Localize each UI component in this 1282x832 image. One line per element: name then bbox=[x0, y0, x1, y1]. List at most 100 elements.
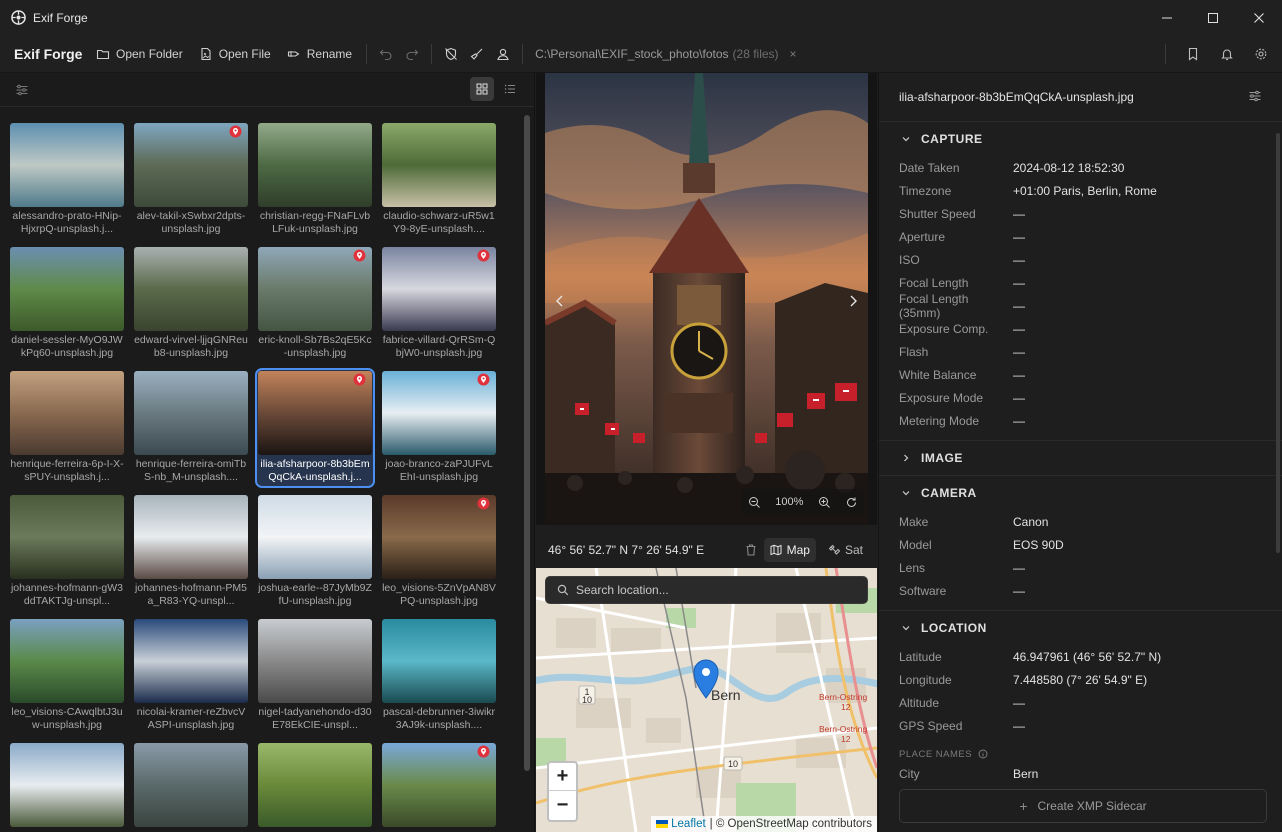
location-map[interactable]: 1 10 10 Bern-Ostring Bern-Ostring 12 12 … bbox=[536, 568, 877, 832]
thumbnail-item[interactable]: pascal-debrunner-3iwikr3AJ9k-unsplash...… bbox=[380, 617, 498, 735]
strip-metadata-button[interactable] bbox=[438, 41, 464, 67]
metadata-value[interactable]: — bbox=[1013, 345, 1025, 359]
metadata-value[interactable]: — bbox=[1013, 391, 1025, 405]
thumbnail-item[interactable]: fabrice-villard-QrRSm-QbjW0-unsplash.jpg bbox=[380, 245, 498, 363]
route-label: 10 bbox=[728, 759, 738, 769]
open-file-button[interactable]: Open File bbox=[191, 41, 279, 67]
metadata-value[interactable]: — bbox=[1013, 368, 1025, 382]
thumbnail-caption: pascal-debrunner-3iwikr3AJ9k-unsplash...… bbox=[382, 706, 496, 731]
thumbnail-item[interactable]: christian-regg-FNaFLvbLFuk-unsplash.jpg bbox=[256, 121, 374, 239]
thumbnail-item[interactable]: edward-virvel-ljjqGNReub8-unsplash.jpg bbox=[132, 245, 250, 363]
info-icon[interactable] bbox=[978, 749, 988, 759]
map-zoom-out-button[interactable]: − bbox=[549, 791, 576, 819]
camera-section-header[interactable]: CAMERA bbox=[879, 476, 1282, 510]
map-mode-button[interactable]: Map bbox=[763, 538, 816, 562]
metadata-value[interactable]: — bbox=[1013, 322, 1025, 336]
thumbnail-item[interactable] bbox=[8, 741, 126, 832]
thumbnail-item[interactable]: eric-knoll-Sb7Bs2qE5Kc-unsplash.jpg bbox=[256, 245, 374, 363]
adjust-sliders-icon[interactable] bbox=[1248, 89, 1262, 103]
thumbnail-caption: ilia-afsharpoor-8b3bEmQqCkA-unsplash.j..… bbox=[260, 458, 370, 483]
metadata-value[interactable]: 7.448580 (7° 26' 54.9" E) bbox=[1013, 673, 1147, 687]
metadata-value[interactable]: 46.947961 (46° 56' 52.7" N) bbox=[1013, 650, 1161, 664]
geotag-pin-icon bbox=[477, 249, 490, 262]
next-image-button[interactable] bbox=[843, 291, 863, 311]
thumbnail-scrollbar[interactable] bbox=[524, 115, 530, 771]
thumbnail-item[interactable]: nigel-tadyanehondo-d30E78EkCIE-unspl... bbox=[256, 617, 374, 735]
rename-button[interactable]: Rename bbox=[279, 41, 360, 67]
thumbnail-item[interactable]: leo_visions-5ZnVpAN8VPQ-unsplash.jpg bbox=[380, 493, 498, 611]
map-zoom-in-button[interactable]: + bbox=[549, 763, 576, 791]
redo-button[interactable] bbox=[399, 41, 425, 67]
thumbnail-item[interactable]: alessandro-prato-HNip-HjxrpQ-unsplash.j.… bbox=[8, 121, 126, 239]
image-viewer: 100% bbox=[536, 73, 877, 525]
location-search-input[interactable]: Search location... bbox=[545, 576, 868, 604]
previous-image-button[interactable] bbox=[550, 291, 570, 311]
osm-attribution: | © OpenStreetMap contributors bbox=[709, 818, 872, 830]
satellite-mode-button[interactable]: Sat bbox=[822, 538, 869, 562]
metadata-value[interactable]: — bbox=[1013, 561, 1025, 575]
clean-button[interactable] bbox=[464, 41, 490, 67]
list-view-button[interactable] bbox=[498, 77, 522, 101]
location-section-header[interactable]: LOCATION bbox=[879, 611, 1282, 645]
thumbnail-item[interactable]: daniel-sessler-MyO9JWkPq60-unsplash.jpg bbox=[8, 245, 126, 363]
thumbnail-item[interactable]: claudio-schwarz-uR5w1Y9-8yE-unsplash.... bbox=[380, 121, 498, 239]
metadata-value[interactable]: +01:00 Paris, Berlin, Rome bbox=[1013, 184, 1157, 198]
thumbnail-item[interactable] bbox=[380, 741, 498, 832]
grid-view-button[interactable] bbox=[470, 77, 494, 101]
filter-sliders-icon[interactable] bbox=[15, 83, 29, 97]
thumbnail-item[interactable]: henrique-ferreira-6p-I-X-sPUY-unsplash.j… bbox=[8, 369, 126, 487]
thumbnail-image bbox=[10, 495, 124, 579]
thumbnail-item[interactable]: ilia-afsharpoor-8b3bEmQqCkA-unsplash.j..… bbox=[255, 368, 375, 488]
metadata-value[interactable]: — bbox=[1013, 276, 1025, 290]
city-value[interactable]: Bern bbox=[1013, 767, 1038, 781]
metadata-value[interactable]: — bbox=[1013, 696, 1025, 710]
metadata-row: Timezone +01:00 Paris, Berlin, Rome bbox=[879, 179, 1282, 202]
thumbnail-item[interactable]: joshua-earle--87JyMb9ZfU-unsplash.jpg bbox=[256, 493, 374, 611]
thumbnail-caption: joao-branco-zaPJUFvLEhI-unsplash.jpg bbox=[385, 458, 493, 483]
thumbnail-item[interactable]: leo_visions-CAwqlbtJ3uw-unsplash.jpg bbox=[8, 617, 126, 735]
thumbnail-item[interactable] bbox=[132, 741, 250, 832]
rotate-icon[interactable] bbox=[845, 496, 858, 509]
maximize-button[interactable] bbox=[1190, 0, 1236, 35]
thumbnail-item[interactable]: alev-takil-xSwbxr2dpts-unsplash.jpg bbox=[132, 121, 250, 239]
road-label: Bern-Ostring bbox=[819, 692, 867, 702]
leaflet-link[interactable]: Leaflet bbox=[671, 818, 706, 830]
thumbnail-item[interactable]: nicolai-kramer-reZbvcVASPI-unsplash.jpg bbox=[132, 617, 250, 735]
thumbnail-item[interactable]: johannes-hofmann-PM5a_R83-YQ-unspl... bbox=[132, 493, 250, 611]
close-folder-button[interactable]: × bbox=[790, 47, 797, 61]
location-search-placeholder: Search location... bbox=[576, 583, 669, 597]
metadata-value[interactable]: — bbox=[1013, 414, 1025, 428]
create-xmp-sidecar-button[interactable]: + Create XMP Sidecar bbox=[899, 789, 1267, 823]
metadata-value[interactable]: Canon bbox=[1013, 515, 1048, 529]
trash-icon[interactable] bbox=[744, 543, 758, 557]
zoom-out-icon[interactable] bbox=[748, 496, 761, 509]
open-folder-button[interactable]: Open Folder bbox=[88, 41, 191, 67]
user-button[interactable] bbox=[490, 41, 516, 67]
thumbnail-item[interactable]: joao-branco-zaPJUFvLEhI-unsplash.jpg bbox=[380, 369, 498, 487]
file-image-icon bbox=[201, 47, 211, 60]
metadata-key: White Balance bbox=[899, 367, 977, 382]
thumbnail-item[interactable]: henrique-ferreira-omiTbS-nb_M-unsplash..… bbox=[132, 369, 250, 487]
metadata-value[interactable]: — bbox=[1013, 253, 1025, 267]
thumbnail-image bbox=[382, 619, 496, 703]
undo-button[interactable] bbox=[373, 41, 399, 67]
metadata-value[interactable]: — bbox=[1013, 299, 1025, 313]
thumbnail-item[interactable] bbox=[256, 741, 374, 832]
settings-button[interactable] bbox=[1248, 41, 1274, 67]
metadata-scrollbar[interactable] bbox=[1276, 133, 1280, 553]
minimize-button[interactable] bbox=[1144, 0, 1190, 35]
capture-section-header[interactable]: CAPTURE bbox=[879, 122, 1282, 156]
bookmark-button[interactable] bbox=[1180, 41, 1206, 67]
metadata-value[interactable]: — bbox=[1013, 207, 1025, 221]
metadata-value[interactable]: — bbox=[1013, 230, 1025, 244]
close-window-button[interactable] bbox=[1236, 0, 1282, 35]
metadata-value[interactable]: EOS 90D bbox=[1013, 538, 1064, 552]
image-section-header[interactable]: IMAGE bbox=[879, 441, 1282, 475]
metadata-value[interactable]: 2024-08-12 18:52:30 bbox=[1013, 161, 1124, 175]
metadata-value[interactable]: — bbox=[1013, 719, 1025, 733]
search-icon bbox=[557, 584, 569, 596]
notifications-button[interactable] bbox=[1214, 41, 1240, 67]
metadata-value[interactable]: — bbox=[1013, 584, 1025, 598]
zoom-in-icon[interactable] bbox=[818, 496, 831, 509]
thumbnail-item[interactable]: johannes-hofmann-gW3ddTAKTJg-unspl... bbox=[8, 493, 126, 611]
